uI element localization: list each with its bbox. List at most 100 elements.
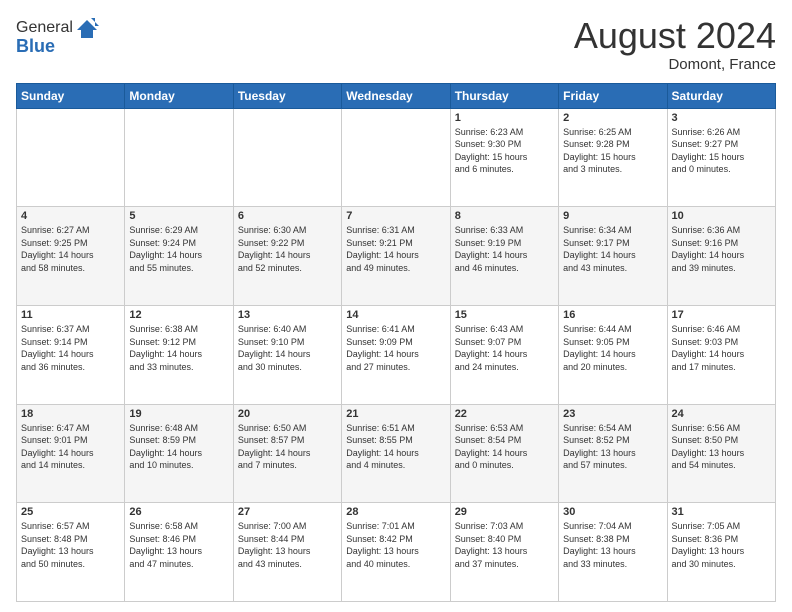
day-info: Sunrise: 6:38 AMSunset: 9:12 PMDaylight:… bbox=[129, 323, 228, 373]
header-friday: Friday bbox=[559, 83, 667, 108]
calendar-cell: 30 Sunrise: 7:04 AMSunset: 8:38 PMDayligh… bbox=[559, 503, 667, 602]
day-number: 7 bbox=[346, 210, 445, 222]
header-wednesday: Wednesday bbox=[342, 83, 450, 108]
calendar-cell: 31 Sunrise: 7:05 AMSunset: 8:36 PMDayligh… bbox=[667, 503, 775, 602]
calendar-cell: 26 Sunrise: 6:58 AMSunset: 8:46 PMDayligh… bbox=[125, 503, 233, 602]
header-sunday: Sunday bbox=[17, 83, 125, 108]
calendar-cell: 18 Sunrise: 6:47 AMSunset: 9:01 PMDayligh… bbox=[17, 404, 125, 503]
calendar-cell bbox=[233, 108, 341, 207]
day-number: 15 bbox=[455, 309, 554, 321]
calendar-cell: 8 Sunrise: 6:33 AMSunset: 9:19 PMDaylight… bbox=[450, 207, 558, 306]
header: General Blue August 2024 Domont, France bbox=[16, 16, 776, 73]
day-info: Sunrise: 7:01 AMSunset: 8:42 PMDaylight:… bbox=[346, 520, 445, 570]
day-number: 23 bbox=[563, 408, 662, 420]
day-info: Sunrise: 7:00 AMSunset: 8:44 PMDaylight:… bbox=[238, 520, 337, 570]
title-block: August 2024 Domont, France bbox=[574, 16, 776, 73]
day-number: 16 bbox=[563, 309, 662, 321]
day-number: 28 bbox=[346, 506, 445, 518]
day-number: 19 bbox=[129, 408, 228, 420]
day-info: Sunrise: 6:23 AMSunset: 9:30 PMDaylight:… bbox=[455, 126, 554, 176]
day-info: Sunrise: 6:37 AMSunset: 9:14 PMDaylight:… bbox=[21, 323, 120, 373]
day-number: 6 bbox=[238, 210, 337, 222]
day-number: 18 bbox=[21, 408, 120, 420]
calendar-cell: 15 Sunrise: 6:43 AMSunset: 9:07 PMDayligh… bbox=[450, 305, 558, 404]
day-info: Sunrise: 7:03 AMSunset: 8:40 PMDaylight:… bbox=[455, 520, 554, 570]
calendar-cell: 24 Sunrise: 6:56 AMSunset: 8:50 PMDayligh… bbox=[667, 404, 775, 503]
day-info: Sunrise: 6:47 AMSunset: 9:01 PMDaylight:… bbox=[21, 422, 120, 472]
day-number: 10 bbox=[672, 210, 771, 222]
day-info: Sunrise: 6:54 AMSunset: 8:52 PMDaylight:… bbox=[563, 422, 662, 472]
day-number: 21 bbox=[346, 408, 445, 420]
calendar-cell bbox=[17, 108, 125, 207]
day-info: Sunrise: 6:46 AMSunset: 9:03 PMDaylight:… bbox=[672, 323, 771, 373]
calendar-cell: 25Sunrise: 6:57 AMSunset: 8:48 PMDayligh… bbox=[17, 503, 125, 602]
calendar-cell: 9Sunrise: 6:34 AMSunset: 9:17 PMDaylight… bbox=[559, 207, 667, 306]
day-info: Sunrise: 6:56 AMSunset: 8:50 PMDaylight:… bbox=[672, 422, 771, 472]
day-number: 20 bbox=[238, 408, 337, 420]
calendar-week-4: 18 Sunrise: 6:47 AMSunset: 9:01 PMDayligh… bbox=[17, 404, 776, 503]
calendar-cell: 17Sunrise: 6:46 AMSunset: 9:03 PMDayligh… bbox=[667, 305, 775, 404]
calendar-cell: 11Sunrise: 6:37 AMSunset: 9:14 PMDayligh… bbox=[17, 305, 125, 404]
month-title: August 2024 bbox=[574, 16, 776, 56]
day-number: 3 bbox=[672, 112, 771, 124]
calendar-cell: 21 Sunrise: 6:51 AMSunset: 8:55 PMDayligh… bbox=[342, 404, 450, 503]
day-number: 26 bbox=[129, 506, 228, 518]
day-info: Sunrise: 6:25 AMSunset: 9:28 PMDaylight:… bbox=[563, 126, 662, 176]
day-info: Sunrise: 7:05 AMSunset: 8:36 PMDaylight:… bbox=[672, 520, 771, 570]
day-info: Sunrise: 6:27 AMSunset: 9:25 PMDaylight:… bbox=[21, 224, 120, 274]
day-info: Sunrise: 6:34 AMSunset: 9:17 PMDaylight:… bbox=[563, 224, 662, 274]
day-info: Sunrise: 6:29 AMSunset: 9:24 PMDaylight:… bbox=[129, 224, 228, 274]
calendar-header-row: Sunday Monday Tuesday Wednesday Thursday… bbox=[17, 83, 776, 108]
calendar-cell: 2Sunrise: 6:25 AMSunset: 9:28 PMDaylight… bbox=[559, 108, 667, 207]
calendar-cell: 23 Sunrise: 6:54 AMSunset: 8:52 PMDayligh… bbox=[559, 404, 667, 503]
location: Domont, France bbox=[574, 56, 776, 73]
day-info: Sunrise: 6:26 AMSunset: 9:27 PMDaylight:… bbox=[672, 126, 771, 176]
day-info: Sunrise: 6:31 AMSunset: 9:21 PMDaylight:… bbox=[346, 224, 445, 274]
day-info: Sunrise: 6:41 AMSunset: 9:09 PMDaylight:… bbox=[346, 323, 445, 373]
calendar-cell: 1 Sunrise: 6:23 AMSunset: 9:30 PMDaylight… bbox=[450, 108, 558, 207]
day-info: Sunrise: 6:48 AMSunset: 8:59 PMDaylight:… bbox=[129, 422, 228, 472]
calendar-cell: 13 Sunrise: 6:40 AMSunset: 9:10 PMDayligh… bbox=[233, 305, 341, 404]
calendar-cell: 28 Sunrise: 7:01 AMSunset: 8:42 PMDayligh… bbox=[342, 503, 450, 602]
day-number: 14 bbox=[346, 309, 445, 321]
day-number: 24 bbox=[672, 408, 771, 420]
day-info: Sunrise: 6:44 AMSunset: 9:05 PMDaylight:… bbox=[563, 323, 662, 373]
calendar-cell: 22Sunrise: 6:53 AMSunset: 8:54 PMDayligh… bbox=[450, 404, 558, 503]
day-info: Sunrise: 7:04 AMSunset: 8:38 PMDaylight:… bbox=[563, 520, 662, 570]
calendar-week-5: 25Sunrise: 6:57 AMSunset: 8:48 PMDayligh… bbox=[17, 503, 776, 602]
day-number: 1 bbox=[455, 112, 554, 124]
calendar-cell: 5 Sunrise: 6:29 AMSunset: 9:24 PMDaylight… bbox=[125, 207, 233, 306]
day-number: 5 bbox=[129, 210, 228, 222]
day-number: 31 bbox=[672, 506, 771, 518]
calendar-cell: 3 Sunrise: 6:26 AMSunset: 9:27 PMDaylight… bbox=[667, 108, 775, 207]
page: General Blue August 2024 Domont, France … bbox=[0, 0, 792, 612]
day-info: Sunrise: 6:36 AMSunset: 9:16 PMDaylight:… bbox=[672, 224, 771, 274]
day-info: Sunrise: 6:51 AMSunset: 8:55 PMDaylight:… bbox=[346, 422, 445, 472]
day-info: Sunrise: 6:40 AMSunset: 9:10 PMDaylight:… bbox=[238, 323, 337, 373]
calendar-cell bbox=[342, 108, 450, 207]
day-number: 30 bbox=[563, 506, 662, 518]
calendar-cell: 4 Sunrise: 6:27 AMSunset: 9:25 PMDaylight… bbox=[17, 207, 125, 306]
day-number: 27 bbox=[238, 506, 337, 518]
day-info: Sunrise: 6:30 AMSunset: 9:22 PMDaylight:… bbox=[238, 224, 337, 274]
header-tuesday: Tuesday bbox=[233, 83, 341, 108]
calendar-cell: 12Sunrise: 6:38 AMSunset: 9:12 PMDayligh… bbox=[125, 305, 233, 404]
header-saturday: Saturday bbox=[667, 83, 775, 108]
day-info: Sunrise: 6:43 AMSunset: 9:07 PMDaylight:… bbox=[455, 323, 554, 373]
calendar-cell: 29 Sunrise: 7:03 AMSunset: 8:40 PMDayligh… bbox=[450, 503, 558, 602]
calendar-week-2: 4 Sunrise: 6:27 AMSunset: 9:25 PMDaylight… bbox=[17, 207, 776, 306]
calendar-cell bbox=[125, 108, 233, 207]
calendar-week-3: 11Sunrise: 6:37 AMSunset: 9:14 PMDayligh… bbox=[17, 305, 776, 404]
calendar-cell: 27 Sunrise: 7:00 AMSunset: 8:44 PMDayligh… bbox=[233, 503, 341, 602]
day-number: 25 bbox=[21, 506, 120, 518]
day-info: Sunrise: 6:58 AMSunset: 8:46 PMDaylight:… bbox=[129, 520, 228, 570]
calendar-cell: 7 Sunrise: 6:31 AMSunset: 9:21 PMDaylight… bbox=[342, 207, 450, 306]
day-number: 22 bbox=[455, 408, 554, 420]
day-number: 29 bbox=[455, 506, 554, 518]
day-info: Sunrise: 6:33 AMSunset: 9:19 PMDaylight:… bbox=[455, 224, 554, 274]
day-number: 8 bbox=[455, 210, 554, 222]
day-number: 4 bbox=[21, 210, 120, 222]
header-monday: Monday bbox=[125, 83, 233, 108]
day-number: 13 bbox=[238, 309, 337, 321]
calendar-cell: 10 Sunrise: 6:36 AMSunset: 9:16 PMDayligh… bbox=[667, 207, 775, 306]
